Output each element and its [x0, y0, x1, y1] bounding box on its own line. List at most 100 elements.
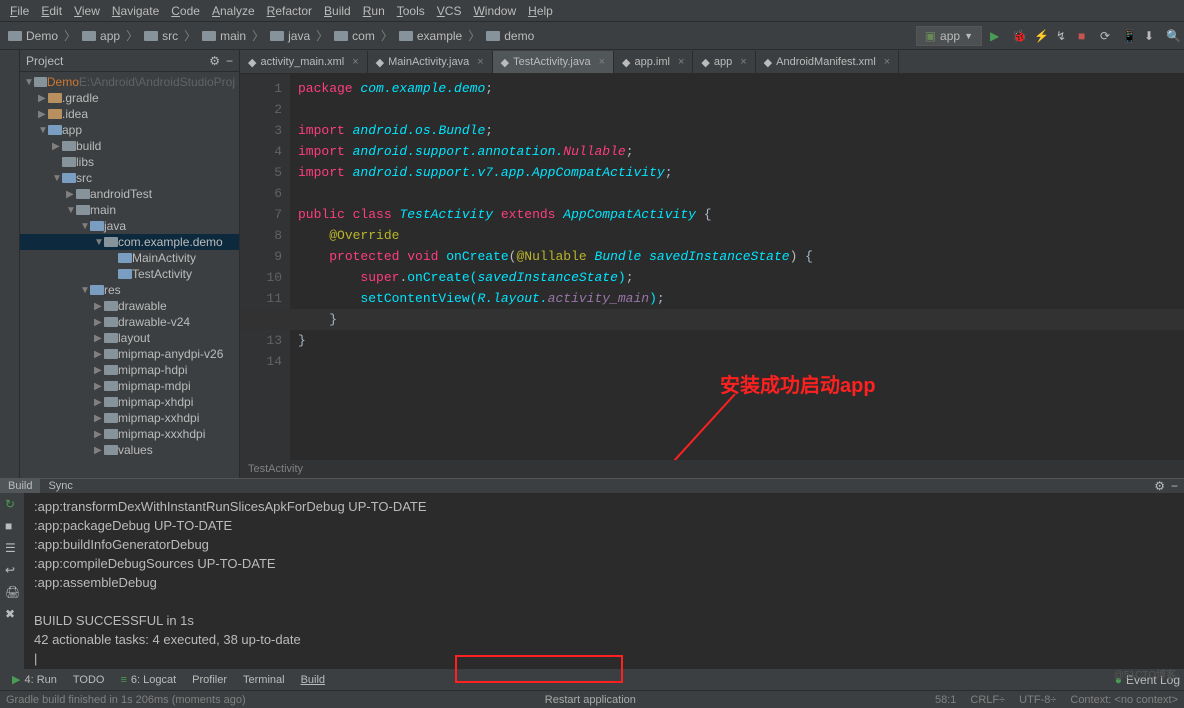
bottom-tab[interactable]: TODO — [65, 674, 113, 686]
tree-item[interactable]: ▼ main — [20, 202, 239, 218]
tree-item[interactable]: ▶ drawable — [20, 298, 239, 314]
bottom-tab[interactable]: Terminal — [235, 674, 293, 686]
close-icon[interactable]: × — [740, 56, 746, 68]
tree-item[interactable]: ▶ mipmap-xxhdpi — [20, 410, 239, 426]
tree-item[interactable]: ▶ mipmap-hdpi — [20, 362, 239, 378]
bottom-tab[interactable]: Build — [293, 674, 333, 686]
menu-file[interactable]: File — [4, 4, 35, 18]
build-tab-build[interactable]: Build — [0, 479, 40, 493]
stop-button[interactable]: ■ — [1078, 29, 1092, 43]
editor-tab[interactable]: ◆activity_main.xml× — [240, 51, 368, 73]
menu-build[interactable]: Build — [318, 4, 357, 18]
build-output[interactable]: :app:transformDexWithInstantRunSlicesApk… — [24, 493, 1184, 672]
project-tree[interactable]: ▼ Demo E:\Android\AndroidStudioProj▶ .gr… — [20, 72, 239, 478]
menu-window[interactable]: Window — [467, 4, 522, 18]
clear-icon[interactable]: ✖ — [5, 607, 19, 621]
avd-button[interactable]: 📱 — [1122, 29, 1136, 43]
breadcrumb-item[interactable]: com — [330, 29, 379, 43]
tree-item[interactable]: ▶ .gradle — [20, 90, 239, 106]
breadcrumb-item[interactable]: Demo — [4, 29, 62, 43]
tree-item[interactable]: ▶ build — [20, 138, 239, 154]
rerun-icon[interactable]: ↻ — [5, 497, 19, 511]
tree-item[interactable]: ▼ app — [20, 122, 239, 138]
sdk-button[interactable]: ⬇ — [1144, 29, 1158, 43]
attach-button[interactable]: ↯ — [1056, 29, 1070, 43]
breadcrumb-item[interactable]: example — [395, 29, 466, 43]
bottom-tab[interactable]: ≡6: Logcat — [112, 674, 184, 686]
tree-item[interactable]: ▼ src — [20, 170, 239, 186]
close-icon[interactable]: × — [678, 56, 684, 68]
menu-analyze[interactable]: Analyze — [206, 4, 261, 18]
menu-view[interactable]: View — [68, 4, 106, 18]
menu-navigate[interactable]: Navigate — [106, 4, 165, 18]
close-icon[interactable]: × — [477, 56, 483, 68]
status-item[interactable]: Context: <no context> — [1070, 694, 1178, 706]
tree-item[interactable]: ▶ layout — [20, 330, 239, 346]
editor-tab[interactable]: ◆AndroidManifest.xml× — [756, 51, 900, 73]
gear-icon[interactable]: ⚙ — [209, 54, 220, 68]
restart-application-link[interactable]: Restart application — [545, 694, 636, 706]
tree-item[interactable]: ▶ mipmap-xhdpi — [20, 394, 239, 410]
status-item[interactable]: CRLF÷ — [970, 694, 1005, 706]
editor-breadcrumb: TestActivity — [240, 460, 1184, 478]
menu-refactor[interactable]: Refactor — [261, 4, 318, 18]
menu-tools[interactable]: Tools — [391, 4, 431, 18]
run-config-selector[interactable]: ▣ app ▼ — [916, 26, 982, 46]
tree-item[interactable]: ▶ androidTest — [20, 186, 239, 202]
tree-item[interactable]: ▼ com.example.demo — [20, 234, 239, 250]
breadcrumb-item[interactable]: src — [140, 29, 182, 43]
profile-button[interactable]: ⚡ — [1034, 29, 1048, 43]
editor-tab[interactable]: ◆MainActivity.java× — [368, 51, 493, 73]
breadcrumb-item[interactable]: main — [198, 29, 250, 43]
menu-run[interactable]: Run — [357, 4, 391, 18]
close-icon[interactable]: × — [884, 56, 890, 68]
sync-button[interactable]: ⟳ — [1100, 29, 1114, 43]
minimize-icon[interactable]: − — [1171, 479, 1178, 493]
bottom-tab[interactable]: Profiler — [184, 674, 235, 686]
breadcrumb-item[interactable]: demo — [482, 29, 538, 43]
code-area[interactable]: package com.example.demo; import android… — [290, 74, 1184, 460]
print-icon[interactable]: 🖨 — [5, 585, 19, 599]
tree-item[interactable]: ▼ java — [20, 218, 239, 234]
tree-item[interactable]: ▶ values — [20, 442, 239, 458]
filter-icon[interactable]: ☰ — [5, 541, 19, 555]
tree-item[interactable]: MainActivity — [20, 250, 239, 266]
menu-help[interactable]: Help — [522, 4, 559, 18]
collapse-icon[interactable]: − — [226, 54, 233, 68]
tree-item[interactable]: ▶ .idea — [20, 106, 239, 122]
bottom-tab[interactable]: ▶4: Run — [4, 673, 65, 686]
editor-tab[interactable]: ◆app× — [693, 51, 755, 73]
wrap-icon[interactable]: ↩ — [5, 563, 19, 577]
tree-item[interactable]: ▶ mipmap-anydpi-v26 — [20, 346, 239, 362]
breadcrumb-item[interactable]: app — [78, 29, 124, 43]
close-icon[interactable]: × — [599, 56, 605, 68]
folder-icon — [8, 31, 22, 41]
tree-item[interactable]: ▶ mipmap-mdpi — [20, 378, 239, 394]
editor-body[interactable]: 1234567891011121314 package com.example.… — [240, 74, 1184, 460]
tree-item[interactable]: libs — [20, 154, 239, 170]
tree-item[interactable]: ▶ drawable-v24 — [20, 314, 239, 330]
build-tab-sync[interactable]: Sync — [40, 479, 80, 493]
stop-icon[interactable]: ■ — [5, 519, 19, 533]
project-panel-header[interactable]: Project ⚙ − — [20, 50, 239, 72]
run-button[interactable]: ▶ — [990, 29, 1004, 43]
tree-item[interactable]: ▼ res — [20, 282, 239, 298]
menu-code[interactable]: Code — [165, 4, 206, 18]
editor-tab[interactable]: ◆TestActivity.java× — [493, 51, 614, 73]
menu-vcs[interactable]: VCS — [431, 4, 468, 18]
breadcrumb-item[interactable]: java — [266, 29, 314, 43]
file-icon: ◆ — [622, 56, 630, 69]
line-gutter: 1234567891011121314 — [240, 74, 290, 460]
tree-root[interactable]: ▼ Demo E:\Android\AndroidStudioProj — [20, 74, 239, 90]
search-icon[interactable]: 🔍 — [1166, 29, 1180, 43]
tree-item[interactable]: ▶ mipmap-xxxhdpi — [20, 426, 239, 442]
editor-tab[interactable]: ◆app.iml× — [614, 51, 693, 73]
status-item[interactable]: UTF-8÷ — [1019, 694, 1056, 706]
tree-item[interactable]: TestActivity — [20, 266, 239, 282]
status-item[interactable]: 58:1 — [935, 694, 956, 706]
menu-edit[interactable]: Edit — [35, 4, 68, 18]
close-icon[interactable]: × — [352, 56, 358, 68]
build-panel-tabs: Build Sync ⚙ − — [0, 479, 1184, 493]
debug-button[interactable]: 🐞 — [1012, 29, 1026, 43]
gear-icon[interactable]: ⚙ — [1154, 479, 1165, 493]
